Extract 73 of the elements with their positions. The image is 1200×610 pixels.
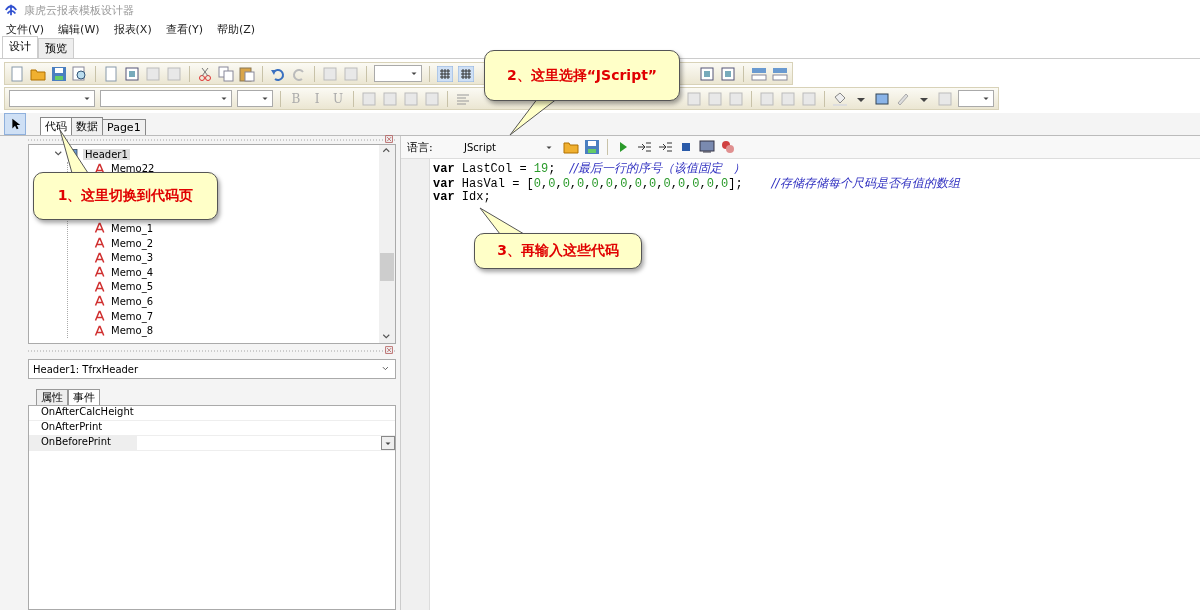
- frame-icon[interactable]: [124, 65, 140, 82]
- close-icon[interactable]: [385, 345, 396, 357]
- menu-item[interactable]: 帮助(Z): [217, 21, 256, 37]
- dropdown-button[interactable]: [381, 436, 395, 450]
- rectangle-icon[interactable]: [874, 90, 890, 107]
- tree-item[interactable]: Memo_1: [109, 223, 155, 234]
- band-icon[interactable]: [772, 65, 788, 82]
- menu-item[interactable]: 编辑(W): [58, 21, 100, 37]
- menu-item[interactable]: 文件(V): [6, 21, 45, 37]
- language-label: 语言:: [407, 139, 434, 155]
- close-icon[interactable]: [385, 134, 396, 146]
- language-value: JScript: [464, 141, 496, 153]
- fill-bucket-icon[interactable]: [832, 90, 848, 107]
- tree-item[interactable]: Memo_7: [109, 310, 155, 322]
- text-memo-icon: [94, 222, 106, 235]
- breakpoint-icon[interactable]: [720, 139, 736, 155]
- scissors-icon[interactable]: [197, 65, 213, 82]
- frame-icon[interactable]: [699, 65, 715, 82]
- combo-box[interactable]: [958, 90, 994, 107]
- page-tab[interactable]: Page1: [102, 119, 146, 135]
- text-memo-icon: [94, 295, 106, 308]
- tree-item[interactable]: Memo_4: [109, 266, 155, 278]
- page-tab[interactable]: 代码: [40, 117, 72, 135]
- text-memo-icon: [94, 266, 106, 279]
- grid-icon[interactable]: [458, 65, 474, 82]
- event-name[interactable]: OnBeforePrint: [29, 436, 137, 450]
- inspector-tab[interactable]: 属性: [36, 389, 68, 405]
- grid-icon[interactable]: [437, 65, 453, 82]
- folder-icon[interactable]: [563, 139, 579, 155]
- tree-item[interactable]: Memo_3: [109, 252, 155, 264]
- scrollbar-thumb[interactable]: [380, 253, 394, 281]
- menu-item[interactable]: 查看(Y): [165, 21, 203, 37]
- step-icon[interactable]: [657, 139, 673, 155]
- frame-icon[interactable]: [720, 65, 736, 82]
- selector-value: Header1: TfrxHeader: [33, 363, 139, 375]
- tree-item[interactable]: Memo_5: [109, 281, 155, 293]
- combo-box[interactable]: [9, 90, 95, 107]
- text-memo-icon: [94, 251, 106, 264]
- step-icon[interactable]: [636, 139, 652, 155]
- tree-item[interactable]: Header1: [83, 148, 130, 160]
- app-logo-icon: [4, 3, 18, 17]
- menu-item[interactable]: 报表(X): [113, 21, 152, 37]
- combo-box[interactable]: [237, 90, 273, 107]
- save-icon[interactable]: [584, 139, 600, 155]
- magnifier-icon[interactable]: [72, 65, 88, 82]
- save-icon[interactable]: [51, 65, 67, 82]
- text-memo-icon: [94, 324, 106, 337]
- combo-box[interactable]: [100, 90, 232, 107]
- window-title: 康虎云报表模板设计器: [24, 2, 134, 18]
- code-line: var LastCol = 19; //最后一行的序号（该值固定 ）: [433, 160, 747, 175]
- combo-box[interactable]: [374, 65, 422, 82]
- code-line: var HasVal = [0,0,0,0,0,0,0,0,0,0,0,0,0,0]; //存储存储每个尺码是否有值的数组: [433, 175, 960, 190]
- text-memo-icon: [94, 310, 106, 323]
- page-tab[interactable]: 数据: [71, 117, 103, 135]
- mode-tab[interactable]: 预览: [38, 38, 74, 58]
- page-icon[interactable]: [103, 65, 119, 82]
- tree-item[interactable]: Memo_6: [109, 295, 155, 307]
- copy-icon[interactable]: [218, 65, 234, 82]
- code-line: var Idx;: [433, 190, 492, 205]
- pointer-tool-button[interactable]: [4, 113, 26, 135]
- tree-item[interactable]: Memo22: [109, 163, 157, 175]
- text-memo-icon: [94, 280, 106, 293]
- paste-icon[interactable]: [239, 65, 255, 82]
- inspector-tab[interactable]: 事件: [68, 389, 100, 405]
- monitor-icon[interactable]: [699, 139, 715, 155]
- tree-item[interactable]: Memo_8: [109, 325, 155, 337]
- band-icon[interactable]: [751, 65, 767, 82]
- text-memo-icon: [94, 162, 106, 175]
- tree-item[interactable]: Memo_2: [109, 237, 155, 249]
- object-selector[interactable]: Header1: TfrxHeader: [28, 359, 396, 379]
- page-icon[interactable]: [9, 65, 25, 82]
- text-memo-icon: [94, 237, 106, 250]
- mode-tab[interactable]: 设计: [2, 36, 38, 58]
